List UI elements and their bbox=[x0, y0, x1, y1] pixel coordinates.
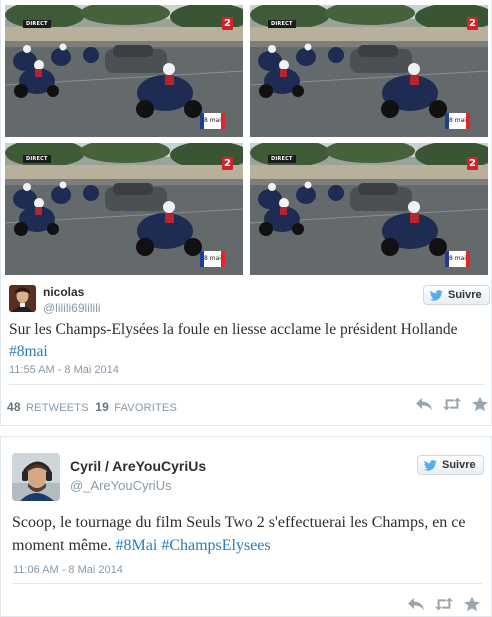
tweet-actions bbox=[407, 596, 481, 612]
follow-button[interactable]: Suivre bbox=[423, 285, 490, 305]
live-badge: DIRECT bbox=[268, 155, 296, 163]
avatar[interactable] bbox=[9, 285, 36, 312]
favorite-icon[interactable] bbox=[463, 596, 481, 612]
tweet-text-body: Sur les Champs-Elysées la foule en liess… bbox=[9, 321, 458, 338]
favorite-icon[interactable] bbox=[471, 396, 489, 412]
hashtag-link[interactable]: #8mai bbox=[9, 343, 48, 360]
follow-label: Suivre bbox=[442, 459, 476, 471]
live-badge: DIRECT bbox=[23, 155, 51, 163]
author-name[interactable]: Cyril / AreYouCyriUs bbox=[70, 458, 206, 474]
tweet-card-2[interactable]: Cyril / AreYouCyriUs @_AreYouCyriUs Suiv… bbox=[0, 436, 492, 617]
follow-button[interactable]: Suivre bbox=[417, 455, 484, 475]
hashtag-link[interactable]: #8Mai bbox=[116, 537, 158, 554]
media-frame-1[interactable]: DIRECT 2 8 mai bbox=[5, 5, 243, 137]
tweet-actions bbox=[415, 396, 489, 412]
date-tag: 8 mai bbox=[445, 251, 470, 267]
tweet-text: Sur les Champs-Elysées la foule en liess… bbox=[9, 319, 479, 363]
retweets-label: RETWEETS bbox=[26, 402, 89, 414]
media-frame-3[interactable]: DIRECT 2 8 mai bbox=[5, 143, 243, 275]
channel-logo: 2 bbox=[222, 157, 233, 170]
divider bbox=[12, 583, 482, 584]
author-handle[interactable]: @_AreYouCyriUs bbox=[70, 478, 172, 493]
timestamp[interactable]: 11:06 AM - 8 Mai 2014 bbox=[13, 564, 123, 576]
channel-logo: 2 bbox=[467, 157, 478, 170]
live-badge: DIRECT bbox=[268, 20, 296, 28]
favorites-count: 19 bbox=[95, 400, 109, 414]
tweet-text: Scoop, le tournage du film Seuls Two 2 s… bbox=[12, 511, 482, 557]
hashtag-link[interactable]: #ChampsElysees bbox=[161, 537, 270, 554]
divider bbox=[9, 384, 485, 385]
media-frame-2[interactable]: DIRECT 2 8 mai bbox=[250, 5, 488, 137]
twitter-bird-icon bbox=[430, 290, 443, 301]
author-name[interactable]: nicolas bbox=[43, 285, 84, 299]
avatar[interactable] bbox=[12, 453, 60, 501]
follow-label: Suivre bbox=[448, 289, 482, 301]
live-badge: DIRECT bbox=[23, 20, 51, 28]
date-tag: 8 mai bbox=[445, 113, 470, 129]
retweet-icon[interactable] bbox=[435, 596, 453, 612]
retweets-stat[interactable]: 48 RETWEETS bbox=[7, 400, 89, 414]
avatar-portrait-image bbox=[9, 285, 36, 312]
date-tag: 8 mai bbox=[200, 113, 225, 129]
tweet-card-1[interactable]: DIRECT 2 8 mai DIRECT 2 8 mai DIRECT 2 8… bbox=[0, 0, 492, 426]
date-tag: 8 mai bbox=[200, 251, 225, 267]
favorites-stat[interactable]: 19 FAVORITES bbox=[95, 400, 177, 414]
media-frame-4[interactable]: DIRECT 2 8 mai bbox=[250, 143, 488, 275]
channel-logo: 2 bbox=[222, 17, 233, 30]
author-handle[interactable]: @lilili69lilili bbox=[43, 301, 101, 315]
avatar-portrait-image bbox=[12, 453, 60, 501]
retweet-icon[interactable] bbox=[443, 396, 461, 412]
reply-icon[interactable] bbox=[415, 396, 433, 412]
retweets-count: 48 bbox=[7, 400, 21, 414]
favorites-label: FAVORITES bbox=[114, 402, 177, 414]
tweet-stats: 48 RETWEETS 19 FAVORITES bbox=[7, 400, 177, 414]
media-grid[interactable]: DIRECT 2 8 mai DIRECT 2 8 mai DIRECT 2 8… bbox=[5, 5, 489, 275]
channel-logo: 2 bbox=[467, 17, 478, 30]
timestamp[interactable]: 11:55 AM - 8 Mai 2014 bbox=[9, 364, 119, 376]
reply-icon[interactable] bbox=[407, 596, 425, 612]
twitter-bird-icon bbox=[424, 460, 437, 471]
